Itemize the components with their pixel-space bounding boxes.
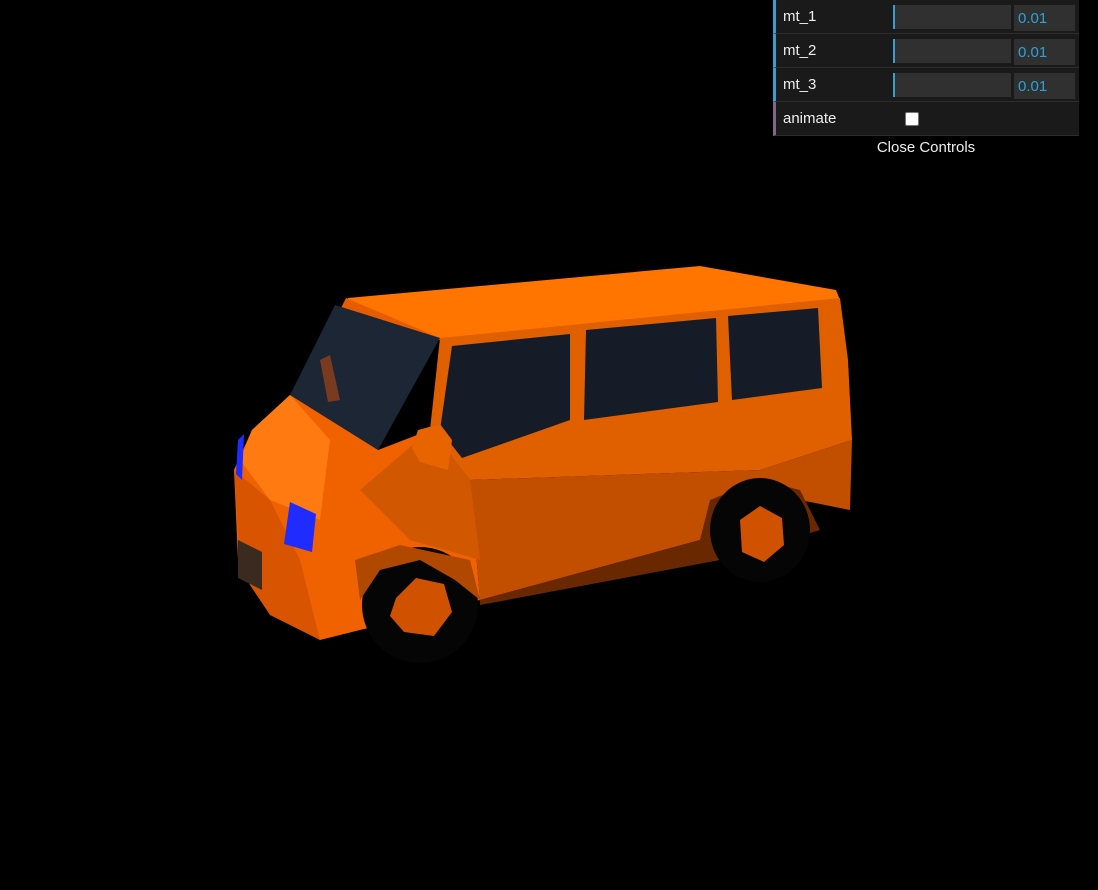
control-row-mt-3: mt_3 xyxy=(773,68,1079,102)
slider-mt-2[interactable] xyxy=(893,39,1011,63)
control-label-mt-2: mt_2 xyxy=(783,42,817,59)
number-input-mt-2[interactable] xyxy=(1014,39,1075,65)
control-label-animate: animate xyxy=(783,110,837,127)
slider-mt-3[interactable] xyxy=(893,73,1011,97)
number-input-mt-1[interactable] xyxy=(1014,5,1075,31)
close-controls-button[interactable]: Close Controls xyxy=(773,136,1079,160)
control-label-mt-1: mt_1 xyxy=(783,8,817,25)
control-row-mt-1: mt_1 xyxy=(773,0,1079,34)
animate-checkbox[interactable] xyxy=(905,112,919,126)
control-row-mt-2: mt_2 xyxy=(773,34,1079,68)
control-label-mt-3: mt_3 xyxy=(783,76,817,93)
slider-mt-1[interactable] xyxy=(893,5,1011,29)
number-input-mt-3[interactable] xyxy=(1014,73,1075,99)
controls-panel: mt_1 mt_2 mt_3 animate Close Controls xyxy=(773,0,1079,160)
control-row-animate: animate xyxy=(773,102,1079,136)
